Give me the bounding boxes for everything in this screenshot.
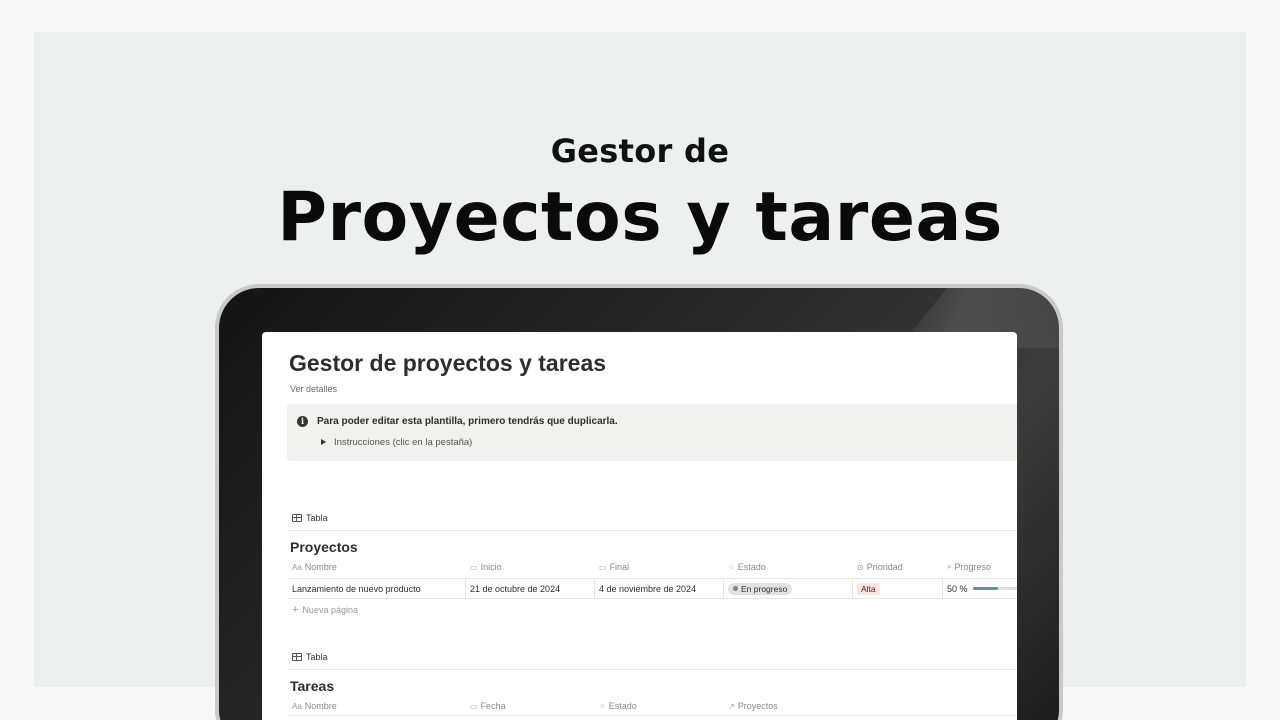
tasks-header-row: Aa Nombre ▭ Fecha ⁘ Estado ↗ Proyectos (288, 697, 1017, 715)
toggle-triangle-icon[interactable] (321, 439, 326, 445)
col-header-estado[interactable]: ⁘ Estado (724, 558, 853, 576)
projects-view-divider (288, 530, 1017, 531)
calendar-icon: ▭ (599, 562, 607, 572)
cell-nombre[interactable]: Lanzamiento de nuevo producto (288, 579, 466, 598)
cell-estado[interactable]: En progreso (724, 579, 853, 598)
col-label: Proyectos (737, 701, 778, 711)
progress-bar (972, 587, 1017, 590)
priority-badge: Alta (857, 582, 880, 595)
col-header-proyectos[interactable]: ↗ Proyectos (724, 697, 853, 715)
col-label: Progreso (954, 562, 992, 572)
text-prop-icon: Aa (292, 701, 302, 711)
instructions-toggle[interactable]: Instrucciones (clic en la pestaña) (334, 437, 472, 448)
status-label: En progreso (741, 583, 788, 594)
callout-message: Para poder editar esta plantilla, primer… (317, 416, 618, 427)
status-icon: ⁘ (599, 701, 606, 711)
cell-progreso[interactable]: 50 % (943, 579, 1017, 598)
projects-new-page-button[interactable]: + Nueva página (292, 604, 358, 616)
tasks-header-divider (288, 715, 1017, 716)
projects-header-row: Aa Nombre ▭ Inicio ▭ Final ⁘ Estado ⊙ Pr… (288, 558, 1017, 576)
calendar-icon: ▭ (470, 701, 478, 711)
col-label: Estado (737, 562, 766, 572)
col-label: Estado (608, 701, 637, 711)
col-header-final[interactable]: ▭ Final (595, 558, 724, 576)
progress-fill (972, 587, 998, 590)
info-icon: i (297, 416, 308, 427)
col-label: Nombre (304, 562, 337, 572)
col-header-estado[interactable]: ⁘ Estado (595, 697, 724, 715)
calendar-icon: ▭ (470, 562, 478, 572)
col-header-prioridad[interactable]: ⊙ Prioridad (853, 558, 943, 576)
hero-subtitle: Gestor de (550, 132, 730, 170)
progress-label: 50 % (947, 583, 968, 594)
hero-title: Proyectos y tareas (277, 178, 1003, 257)
col-header-nombre[interactable]: Aa Nombre (288, 558, 466, 576)
col-header-fecha[interactable]: ▭ Fecha (466, 697, 595, 715)
tasks-view-tab[interactable]: Tabla (292, 652, 328, 662)
plus-icon: + (292, 604, 299, 616)
page-title: Gestor de proyectos y tareas (289, 350, 607, 376)
status-dot-icon (733, 586, 738, 591)
text-prop-icon: Aa (292, 562, 302, 572)
projects-title[interactable]: Proyectos (290, 539, 358, 555)
notion-page: Gestor de proyectos y tareas Ver detalle… (262, 332, 1017, 720)
status-icon: ⁘ (728, 562, 735, 572)
tasks-view-label: Tabla (306, 652, 328, 662)
col-label: Prioridad (866, 562, 903, 572)
table-icon (292, 514, 302, 522)
col-header-nombre[interactable]: Aa Nombre (288, 697, 466, 715)
tasks-view-divider (288, 669, 1017, 670)
callout-block: i Para poder editar esta plantilla, prim… (287, 404, 1017, 461)
projects-view-tab[interactable]: Tabla (292, 513, 328, 523)
col-label: Nombre (304, 701, 337, 711)
col-label: Final (609, 562, 630, 572)
table-icon (292, 653, 302, 661)
new-page-label: Nueva página (302, 605, 358, 615)
search-icon: ⌕ (947, 562, 952, 571)
cell-final[interactable]: 4 de noviembre de 2024 (595, 579, 724, 598)
col-label: Fecha (480, 701, 506, 711)
relation-icon: ↗ (728, 701, 735, 711)
tasks-title[interactable]: Tareas (290, 678, 334, 694)
select-icon: ⊙ (857, 562, 864, 572)
table-row[interactable]: Lanzamiento de nuevo producto 21 de octu… (288, 578, 1017, 599)
cell-prioridad[interactable]: Alta (853, 579, 943, 598)
status-badge: En progreso (728, 582, 793, 595)
col-header-inicio[interactable]: ▭ Inicio (466, 558, 595, 576)
details-link[interactable]: Ver detalles (290, 384, 337, 394)
cell-inicio[interactable]: 21 de octubre de 2024 (466, 579, 595, 598)
col-header-progreso[interactable]: ⌕ Progreso (943, 558, 1017, 576)
col-label: Inicio (480, 562, 502, 572)
projects-view-label: Tabla (306, 513, 328, 523)
